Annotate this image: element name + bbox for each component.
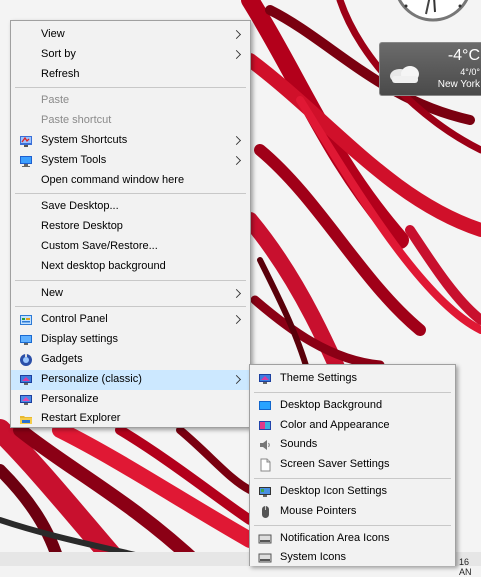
submenu-item-label: System Icons [280,551,347,564]
menu-item-system-tools[interactable]: System Tools [11,151,250,171]
submenu-item-mouse-pointers[interactable]: Mouse Pointers [250,502,455,522]
menu-item-sort-by[interactable]: Sort by [11,45,250,65]
display-settings-icon [20,335,32,346]
menu-item-label: Open command window here [41,173,185,186]
menu-item-refresh[interactable]: Refresh [11,65,250,85]
notification-area-icon [258,534,272,544]
menu-item-label: Paste shortcut [41,114,112,127]
personalize-classic-icon [20,374,32,385]
chevron-right-icon [232,315,241,325]
menu-item-label: Display settings [41,333,119,346]
submenu-item-screen-saver[interactable]: Screen Saver Settings [250,455,455,475]
submenu-item-system-icons[interactable]: System Icons [250,548,455,568]
submenu-item-theme-settings[interactable]: Theme Settings [250,369,455,389]
cloud-icon [390,66,419,83]
menu-separator [254,524,451,526]
menu-separator [254,391,451,393]
submenu-item-label: Desktop Icon Settings [280,484,388,497]
personalize-icon [20,394,32,405]
menu-separator [15,87,246,89]
desktop-background-icon [259,400,271,410]
menu-item-label: New [41,286,64,299]
submenu-item-desktop-background[interactable]: Desktop Background [250,396,455,416]
menu-item-open-command-window[interactable]: Open command window here [11,171,250,191]
taskbar-clock[interactable]: 16 AN [459,557,481,577]
menu-item-label: Personalize (classic) [41,372,142,385]
weather-city: New York [437,79,480,90]
control-panel-icon [20,315,32,326]
submenu-item-label: Screen Saver Settings [280,458,390,471]
submenu-item-color-appearance[interactable]: Color and Appearance [250,416,455,436]
menu-separator [15,193,246,195]
menu-item-view[interactable]: View [11,25,250,45]
gadgets-icon [20,353,32,366]
submenu-item-label: Color and Appearance [280,418,390,431]
desktop-icon-settings-icon [259,486,271,497]
menu-item-label: System Tools [41,153,107,166]
menu-item-label: Personalize [41,392,99,405]
submenu-item-label: Theme Settings [280,372,358,384]
menu-item-label: System Shortcuts [41,133,128,146]
menu-separator [15,306,246,308]
menu-item-label: Paste [41,94,70,107]
submenu-item-sounds[interactable]: Sounds [250,435,455,455]
menu-item-label: Gadgets [41,352,83,365]
menu-separator [254,477,451,479]
chevron-right-icon [232,49,241,59]
menu-item-personalize[interactable]: Personalize [11,390,250,410]
menu-item-label: Restore Desktop [41,220,123,233]
menu-item-display-settings[interactable]: Display settings [11,330,250,350]
screen-saver-icon [260,458,271,472]
menu-item-label: Control Panel [41,313,108,326]
menu-item-next-desktop-background[interactable]: Next desktop background [11,257,250,277]
chevron-right-icon [232,30,241,39]
menu-item-control-panel[interactable]: Control Panel [11,310,250,330]
menu-item-system-shortcuts[interactable]: System Shortcuts [11,131,250,151]
theme-settings-icon [259,374,271,384]
menu-item-restore-desktop[interactable]: Restore Desktop [11,217,250,237]
menu-item-paste-shortcut: Paste shortcut [11,111,250,131]
menu-item-label: Custom Save/Restore... [41,239,158,252]
explorer-folder-icon [20,416,32,425]
menu-item-custom-save-restore[interactable]: Custom Save/Restore... [11,237,250,257]
menu-item-gadgets[interactable]: Gadgets [11,350,250,370]
menu-item-paste: Paste [11,91,250,111]
submenu-item-notification-area-icons[interactable]: Notification Area Icons [250,529,455,549]
system-icons-icon [258,553,272,563]
submenu-item-label: Notification Area Icons [280,531,390,544]
submenu-item-desktop-icon-settings[interactable]: Desktop Icon Settings [250,482,455,502]
color-appearance-icon [259,420,271,430]
menu-separator [15,279,246,281]
chevron-right-icon [232,155,241,165]
submenu-item-label: Mouse Pointers [280,504,357,517]
system-shortcuts-icon [20,135,32,147]
desktop-context-menu: View Sort by Refresh Paste Paste shortcu… [10,20,251,428]
submenu-item-label: Desktop Background [280,398,383,411]
weather-gadget[interactable]: -4°C 4°/0° New York [379,42,481,96]
menu-item-label: Refresh [41,67,80,80]
menu-item-label: Next desktop background [41,259,166,272]
menu-item-label: Sort by [41,47,76,60]
weather-temperature: -4°C [447,47,480,64]
submenu-item-label: Sounds [280,438,318,451]
menu-item-label: View [41,28,65,40]
clock-gadget[interactable] [386,0,481,22]
menu-item-restart-explorer[interactable]: Restart Explorer [11,409,250,429]
mouse-icon [262,505,269,518]
menu-item-new[interactable]: New [11,284,250,304]
menu-item-label: Save Desktop... [41,200,119,213]
chevron-right-icon [232,374,241,384]
chevron-right-icon [232,136,241,145]
personalize-classic-submenu: Theme Settings Desktop Background Color … [249,364,456,566]
weather-range: 4°/0° [460,67,480,77]
menu-item-personalize-classic[interactable]: Personalize (classic) [11,369,250,390]
menu-item-save-desktop[interactable]: Save Desktop... [11,197,250,217]
chevron-right-icon [232,288,241,298]
speaker-icon [260,440,270,451]
menu-item-label: Restart Explorer [41,412,121,425]
monitor-icon [20,155,32,167]
